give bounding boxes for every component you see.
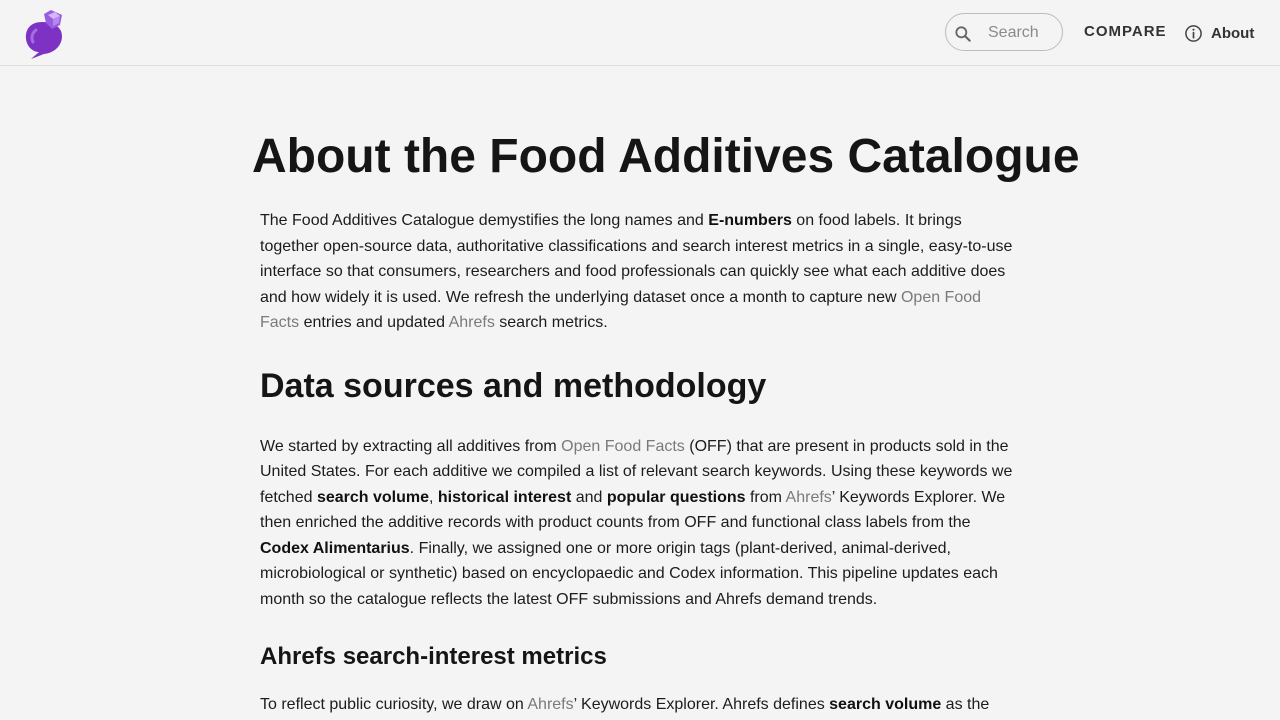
search-volume-emphasis: search volume xyxy=(316,488,429,506)
top-navigation-bar: COMPARE About xyxy=(0,0,1280,66)
search-icon xyxy=(955,26,971,42)
page-title: About the Food Additives Catalogue xyxy=(252,130,1080,183)
methodology-paragraph: We started by extracting all additives f… xyxy=(260,437,1013,608)
historical-interest-emphasis: historical interest xyxy=(437,488,572,506)
nav-about-link[interactable]: About xyxy=(1184,22,1254,44)
beet-logo-icon[interactable] xyxy=(22,8,68,60)
nav-compare-link[interactable]: COMPARE xyxy=(1084,23,1167,40)
search-input[interactable] xyxy=(986,22,1060,44)
main-content: About the Food Additives Catalogue The F… xyxy=(252,128,1080,718)
intro-paragraph: The Food Additives Catalogue demystifies… xyxy=(260,212,1013,331)
codex-alimentarius-emphasis: Codex Alimentarius xyxy=(260,539,410,557)
search-box[interactable] xyxy=(945,13,1063,51)
info-icon xyxy=(1185,24,1202,42)
nav-about-label: About xyxy=(1211,24,1255,42)
e-numbers-emphasis: E-numbers xyxy=(708,212,792,229)
section-heading-ahrefs-metrics: Ahrefs search-interest metrics xyxy=(260,643,607,670)
ahrefs-metrics-paragraph: To reflect public curiosity, we draw on … xyxy=(260,696,990,713)
open-food-facts-link[interactable]: Open Food Facts xyxy=(561,438,685,455)
search-volume-emphasis: search volume xyxy=(829,696,942,713)
ahrefs-link[interactable]: Ahrefs xyxy=(786,489,832,506)
section-heading-data-sources: Data sources and methodology xyxy=(260,366,767,405)
ahrefs-link[interactable]: Ahrefs xyxy=(449,314,495,331)
popular-questions-emphasis: popular questions xyxy=(606,488,746,506)
ahrefs-link[interactable]: Ahrefs xyxy=(527,696,573,713)
